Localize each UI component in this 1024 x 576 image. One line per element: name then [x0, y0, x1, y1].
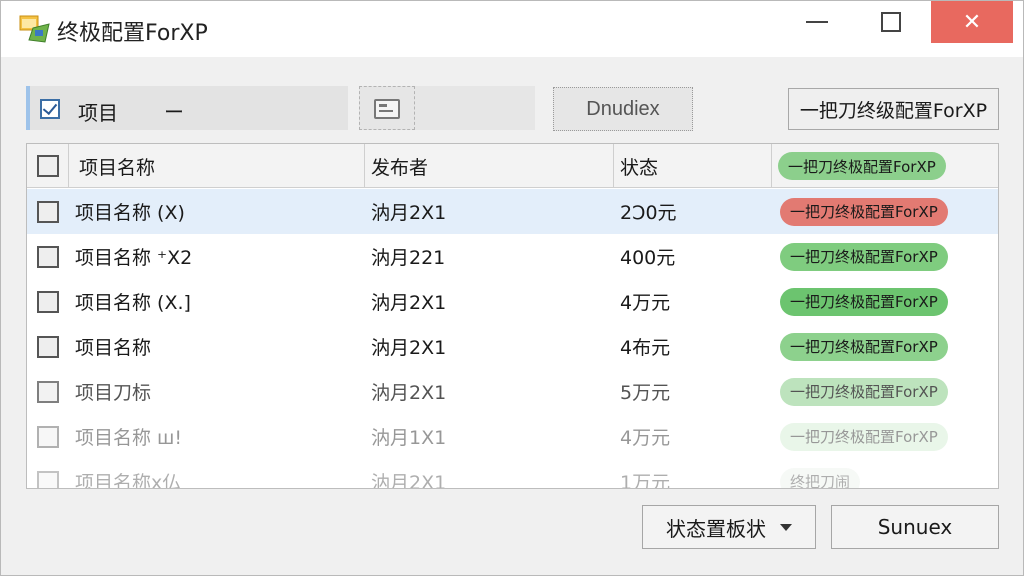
row-tag-cell: 一把刀终极配置ForXP: [772, 414, 998, 459]
row-name: 项目名称 ш!: [75, 427, 183, 449]
row-publisher: 汭月2X1: [371, 382, 447, 404]
row-checkbox-cell: [27, 459, 69, 488]
row-status: 1万元: [620, 472, 671, 489]
row-publisher: 汭月2X1: [371, 472, 447, 489]
status-dropdown-button[interactable]: 状态置板状: [642, 505, 816, 549]
row-checkbox[interactable]: [37, 380, 59, 403]
row-checkbox[interactable]: [37, 335, 59, 358]
select-all-checkbox[interactable]: [36, 155, 59, 177]
close-icon: ✕: [962, 9, 982, 35]
row-publisher: 汭月2X1: [371, 292, 447, 314]
table-row[interactable]: 项目名称 ш! 汭月1X1 4万元 一把刀终极配置ForXP: [27, 414, 998, 459]
title-bar: 终极配置ForXP ✕: [1, 1, 1023, 57]
image-icon: [374, 99, 400, 119]
row-status: 2Ͻ0元: [620, 202, 677, 224]
row-checkbox-cell: [27, 414, 69, 459]
row-tag-badge[interactable]: 一把刀终极配置ForXP: [780, 287, 948, 316]
project-filter-checkbox[interactable]: [40, 99, 60, 119]
row-name: 项目名称 (X.]: [75, 292, 191, 314]
header-publisher[interactable]: 发布者: [365, 144, 614, 188]
project-table: 项目名称 发布者 状态 一把刀终极配置ForXP 项目名称 (X) 汭月2X1 2Ͻ…: [26, 143, 999, 489]
row-checkbox-cell: [27, 369, 69, 414]
minimize-button[interactable]: [787, 1, 847, 43]
project-filter-label: 项目: [78, 101, 118, 125]
row-tag-cell: 一把刀终极配置ForXP: [772, 189, 998, 234]
row-tag-badge[interactable]: 一把刀终极配置ForXP: [780, 332, 948, 361]
header-tag[interactable]: 一把刀终极配置ForXP: [772, 144, 998, 188]
image-toggle-button[interactable]: [359, 86, 415, 130]
table-row[interactable]: 项目名称x仏 汭月2X1 1万元 终把刀闹: [27, 459, 998, 489]
header-tag-pill: 一把刀终极配置ForXP: [778, 152, 946, 180]
window-title: 终极配置ForXP: [57, 21, 208, 46]
row-name: 项目名称 (X): [75, 202, 185, 224]
row-tag-cell: 终把刀闹: [772, 459, 998, 488]
row-status: 400元: [620, 247, 676, 269]
row-checkbox-cell: [27, 324, 69, 369]
table-header: 项目名称 发布者 状态 一把刀终极配置ForXP: [27, 144, 998, 188]
sunuex-button[interactable]: Sunuex: [831, 505, 999, 549]
row-tag-badge[interactable]: 一把刀终极配置ForXP: [780, 197, 948, 226]
header-name[interactable]: 项目名称: [69, 144, 365, 188]
row-publisher: 汭月221: [371, 247, 446, 269]
app-window: 终极配置ForXP ✕ 项目 ー Dnudiex 一把刀终级配置ForXP 项目…: [0, 0, 1024, 576]
table-row[interactable]: 项目名称 汭月2X1 4布元 一把刀终极配置ForXP: [27, 324, 998, 369]
header-status[interactable]: 状态: [614, 144, 772, 188]
row-publisher: 汭月2X1: [371, 202, 447, 224]
row-publisher: 汭月2X1: [371, 337, 447, 359]
row-checkbox[interactable]: [37, 290, 59, 313]
table-row[interactable]: 项目名称 (X.] 汭月2X1 4万元 一把刀终极配置ForXP: [27, 279, 998, 324]
row-tag-cell: 一把刀终极配置ForXP: [772, 369, 998, 414]
select-all-cell: [27, 144, 69, 188]
row-checkbox-cell: [27, 279, 69, 324]
row-name: 项目名称 ⁺X2: [75, 247, 193, 269]
row-status: 4万元: [620, 427, 671, 449]
project-filter-dash: ー: [164, 102, 184, 124]
row-name: 项目刀标: [75, 382, 152, 404]
row-tag-cell: 一把刀终极配置ForXP: [772, 234, 998, 279]
row-checkbox[interactable]: [37, 470, 59, 488]
row-name: 项目名称x仏: [75, 472, 182, 489]
maximize-icon: [881, 12, 901, 32]
dnudiex-button[interactable]: Dnudiex: [553, 87, 693, 131]
row-checkbox-cell: [27, 189, 69, 234]
row-status: 5万元: [620, 382, 671, 404]
row-checkbox-cell: [27, 234, 69, 279]
table-row[interactable]: 项目刀标 汭月2X1 5万元 一把刀终极配置ForXP: [27, 369, 998, 414]
close-button[interactable]: ✕: [931, 1, 1013, 43]
minimize-icon: [806, 21, 828, 23]
toolbar-field[interactable]: [415, 86, 535, 130]
row-checkbox[interactable]: [37, 425, 59, 448]
table-row[interactable]: 项目名称 ⁺X2 汭月221 400元 一把刀终极配置ForXP: [27, 234, 998, 279]
row-checkbox[interactable]: [37, 245, 59, 268]
ultimate-config-button[interactable]: 一把刀终级配置ForXP: [788, 88, 999, 130]
row-tag-badge[interactable]: 一把刀终极配置ForXP: [780, 242, 948, 271]
row-tag-cell: 一把刀终极配置ForXP: [772, 324, 998, 369]
row-checkbox[interactable]: [37, 200, 59, 223]
row-tag-cell: 一把刀终极配置ForXP: [772, 279, 998, 324]
maximize-button[interactable]: [861, 1, 921, 43]
app-icon: [19, 15, 50, 43]
row-tag-badge[interactable]: 一把刀终极配置ForXP: [780, 422, 948, 451]
status-dropdown-label: 状态置板状: [666, 516, 766, 541]
chevron-down-icon: [780, 523, 792, 531]
row-status: 4万元: [620, 292, 671, 314]
row-tag-badge[interactable]: 终把刀闹: [780, 467, 861, 488]
table-row[interactable]: 项目名称 (X) 汭月2X1 2Ͻ0元 一把刀终极配置ForXP: [27, 189, 998, 234]
project-filter[interactable]: 项目 ー: [26, 86, 348, 130]
row-name: 项目名称: [75, 337, 152, 359]
row-tag-badge[interactable]: 一把刀终极配置ForXP: [780, 377, 948, 406]
row-publisher: 汭月1X1: [371, 427, 447, 449]
row-status: 4布元: [620, 337, 671, 359]
